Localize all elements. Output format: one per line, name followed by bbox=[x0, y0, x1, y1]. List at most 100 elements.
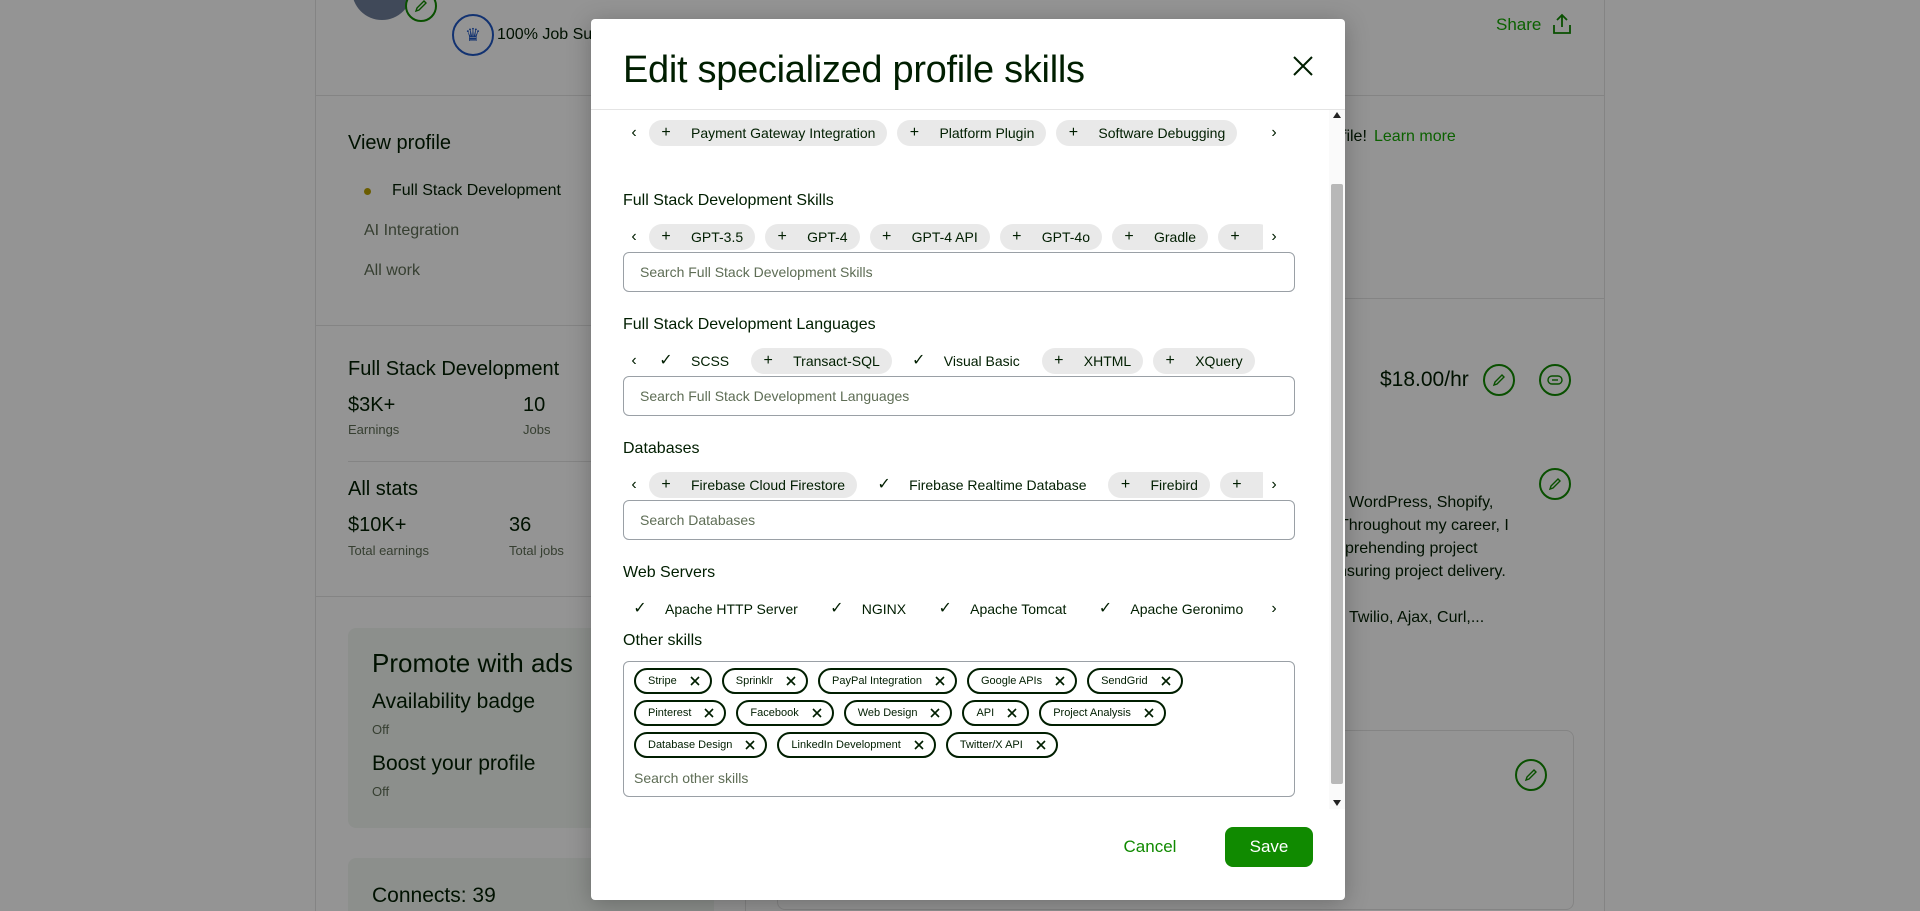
skill-chip-label: Platform Plugin bbox=[939, 125, 1035, 141]
remove-tag-icon[interactable] bbox=[1035, 739, 1047, 751]
scroll-right-icon[interactable]: › bbox=[1263, 594, 1285, 624]
other-skill-tag-label: Web Design bbox=[857, 707, 918, 719]
skill-chip-label: Apache Tomcat bbox=[970, 601, 1067, 617]
search-other-skills-input[interactable] bbox=[634, 766, 1274, 790]
edit-skills-modal: Edit specialized profile skills ‹ + Payme… bbox=[591, 19, 1345, 900]
skill-chip-label: Payment Gateway Integration bbox=[691, 125, 876, 141]
scroll-up-arrow-icon[interactable] bbox=[1333, 112, 1341, 118]
skill-chip[interactable]: + Payment Gateway Integration bbox=[649, 120, 888, 146]
skill-chip[interactable]: + Firebird bbox=[1108, 472, 1210, 498]
skill-chip-label: Firebird bbox=[1150, 477, 1198, 493]
scroll-right-icon[interactable]: › bbox=[1263, 470, 1285, 500]
plus-icon: + bbox=[1230, 228, 1240, 245]
remove-tag-icon[interactable] bbox=[1160, 675, 1172, 687]
chips-general: + Payment Gateway Integration + Platform Pl… bbox=[649, 120, 1238, 146]
remove-tag-icon[interactable] bbox=[1006, 707, 1018, 719]
remove-tag-icon[interactable] bbox=[785, 675, 797, 687]
search-fsd-languages[interactable] bbox=[623, 376, 1295, 416]
skill-chip[interactable]: + GPT-3.5 bbox=[649, 224, 756, 250]
skill-chip[interactable]: ✓ Apache Geronimo bbox=[1088, 596, 1256, 622]
other-skill-tag: SendGrid bbox=[1087, 668, 1183, 694]
skill-chip[interactable]: + Platform Plugin bbox=[897, 120, 1047, 146]
save-button[interactable]: Save bbox=[1225, 827, 1313, 867]
close-icon[interactable] bbox=[1286, 49, 1320, 83]
search-databases-input[interactable] bbox=[624, 501, 1294, 539]
skill-chip[interactable]: ✓ SCSS bbox=[649, 348, 742, 374]
remove-tag-icon[interactable] bbox=[811, 707, 823, 719]
skill-chip-label: Apache HTTP Server bbox=[665, 601, 798, 617]
skill-chip[interactable]: ✓ Apache HTTP Server bbox=[623, 596, 810, 622]
skill-chip[interactable]: ✓ NGINX bbox=[819, 596, 919, 622]
scroll-left-icon[interactable]: ‹ bbox=[623, 470, 645, 500]
skill-chip[interactable]: ✓ Visual Basic bbox=[901, 348, 1032, 374]
remove-tag-icon[interactable] bbox=[929, 707, 941, 719]
remove-tag-icon[interactable] bbox=[744, 739, 756, 751]
plus-icon: + bbox=[1068, 124, 1079, 141]
plus-icon: + bbox=[661, 476, 671, 493]
other-skill-tag: Database Design bbox=[634, 732, 768, 758]
plus-icon: + bbox=[1124, 228, 1134, 245]
scroll-right-icon[interactable]: › bbox=[1263, 118, 1285, 148]
checkmark-icon: ✓ bbox=[1098, 600, 1113, 617]
other-skill-tag-label: Sprinklr bbox=[735, 675, 774, 687]
section-label-databases: Databases bbox=[623, 440, 700, 457]
skill-chip[interactable]: + XHTML bbox=[1041, 348, 1144, 374]
remove-tag-icon[interactable] bbox=[934, 675, 946, 687]
chip-row-web-servers: ✓ Apache HTTP Server ✓ NGINX ✓ Apache Tomcat ✓… bbox=[623, 594, 1291, 624]
scroll-left-icon[interactable]: ‹ bbox=[623, 222, 645, 252]
other-skill-tag: Project Analysis bbox=[1039, 700, 1166, 726]
modal-scrollbar[interactable] bbox=[1329, 110, 1345, 809]
plus-icon: + bbox=[1012, 228, 1022, 245]
chips-web-servers: ✓ Apache HTTP Server ✓ NGINX ✓ Apache Tomcat ✓… bbox=[623, 596, 1256, 622]
other-skills-box[interactable]: Stripe Sprinklr PayPal Integration Google A… bbox=[623, 661, 1295, 797]
plus-icon: + bbox=[777, 228, 787, 245]
scroll-right-icon[interactable]: › bbox=[1263, 222, 1285, 252]
other-skill-tag: Sprinklr bbox=[721, 668, 809, 694]
other-skills-tags: Stripe Sprinklr PayPal Integration Google A… bbox=[634, 668, 1284, 758]
skill-chip-label: GPT-4 bbox=[807, 229, 848, 245]
skill-chip-label: NGINX bbox=[861, 601, 907, 617]
skill-chip[interactable]: + GPT-4 API bbox=[869, 224, 990, 250]
search-databases[interactable] bbox=[623, 500, 1295, 540]
other-skill-tag-label: Twitter/X API bbox=[959, 739, 1023, 751]
plus-icon: + bbox=[763, 352, 773, 369]
other-skill-tag: PayPal Integration bbox=[818, 668, 957, 694]
skill-chip[interactable]: + Gradle bbox=[1112, 224, 1209, 250]
scroll-left-icon[interactable]: ‹ bbox=[623, 346, 645, 376]
skill-chip[interactable]: ✓ Firebase Realtime Database bbox=[867, 472, 1099, 498]
search-fsd-skills-input[interactable] bbox=[624, 253, 1294, 291]
chip-row-fsd-languages: ‹ ✓ SCSS + Transact-SQL ✓ Visual Basic + XHTML +… bbox=[623, 346, 1291, 376]
section-label-web-servers: Web Servers bbox=[623, 564, 716, 581]
other-skill-tag-label: Facebook bbox=[750, 707, 799, 719]
scroll-down-arrow-icon[interactable] bbox=[1333, 800, 1341, 806]
skill-chip-label: Firebase Realtime Database bbox=[909, 477, 1087, 493]
other-skill-tag-label: SendGrid bbox=[1101, 675, 1148, 687]
scrollbar-thumb[interactable] bbox=[1331, 184, 1343, 784]
remove-tag-icon[interactable] bbox=[703, 707, 715, 719]
remove-tag-icon[interactable] bbox=[913, 739, 925, 751]
remove-tag-icon[interactable] bbox=[1143, 707, 1155, 719]
other-skill-tag: LinkedIn Development bbox=[777, 732, 936, 758]
modal-title: Edit specialized profile skills bbox=[623, 49, 1085, 91]
skill-chip[interactable]: + GPT-4o bbox=[999, 224, 1102, 250]
skill-chip[interactable]: + GPT-4 bbox=[765, 224, 860, 250]
chip-row-databases: ‹ + Firebase Cloud Firestore ✓ Firebase Rea… bbox=[623, 470, 1291, 500]
search-fsd-skills[interactable] bbox=[623, 252, 1295, 292]
other-skill-tag-label: Pinterest bbox=[648, 707, 692, 719]
remove-tag-icon[interactable] bbox=[1054, 675, 1066, 687]
skill-chip[interactable]: + Transact-SQL bbox=[751, 348, 892, 374]
chips-databases: + Firebase Cloud Firestore ✓ Firebase Realt… bbox=[649, 472, 1274, 498]
other-skill-tag: Web Design bbox=[843, 700, 953, 726]
search-fsd-languages-input[interactable] bbox=[624, 377, 1294, 415]
skill-chip[interactable]: + Firebase Cloud Firestore bbox=[649, 472, 858, 498]
plus-icon: + bbox=[1165, 352, 1175, 369]
skill-chip[interactable]: + Software Debugging bbox=[1056, 120, 1238, 146]
cancel-button[interactable]: Cancel bbox=[1110, 827, 1190, 867]
scroll-left-icon[interactable]: ‹ bbox=[623, 118, 645, 148]
skill-chip[interactable]: ✓ Apache Tomcat bbox=[928, 596, 1079, 622]
remove-tag-icon[interactable] bbox=[689, 675, 701, 687]
other-skill-tag: Stripe bbox=[634, 668, 712, 694]
skill-chip-label: SCSS bbox=[691, 353, 730, 369]
skill-chip[interactable]: + XQuery bbox=[1153, 348, 1255, 374]
skill-chip-label: XHTML bbox=[1083, 353, 1132, 369]
